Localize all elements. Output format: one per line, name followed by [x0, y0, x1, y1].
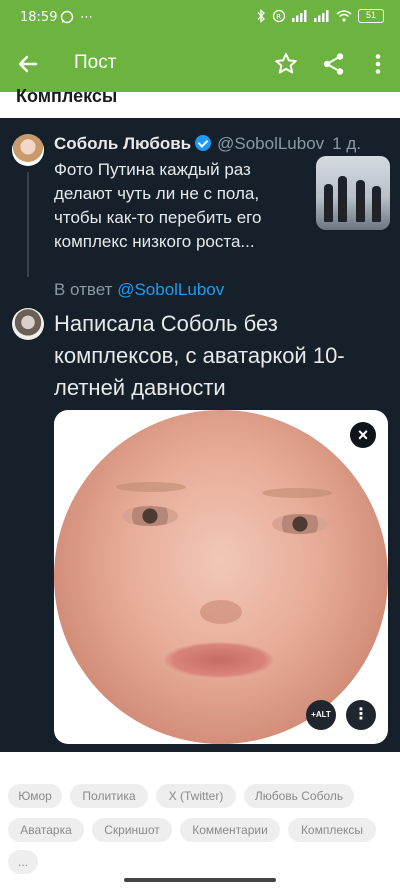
- close-icon[interactable]: ×: [350, 422, 376, 448]
- app-bar-title: Пост: [74, 52, 117, 73]
- face-lips: [164, 642, 274, 678]
- more-vert-icon[interactable]: [364, 50, 392, 78]
- tag-chip[interactable]: Скриншот: [92, 818, 172, 842]
- status-bar: 18:59 ⋯ R 51: [0, 0, 400, 36]
- bluetooth-icon: [257, 9, 265, 23]
- photo-figure: [356, 180, 365, 222]
- alt-text-button[interactable]: +ALT: [306, 700, 336, 730]
- notification-icons: ⋯: [60, 9, 93, 25]
- tweet-photo-thumbnail: [316, 156, 390, 230]
- reply-author-avatar: [12, 308, 44, 340]
- face-brow: [116, 482, 186, 492]
- star-icon[interactable]: [272, 50, 300, 78]
- tweet-header: Соболь Любовь @SobolLubov 1 д.: [54, 134, 394, 154]
- reply-to-line: В ответ @SobolLubov: [54, 280, 224, 300]
- tag-chip[interactable]: Любовь Соболь: [244, 784, 354, 808]
- tweet-text: Фото Путина каждый раз делают чуть ли не…: [54, 160, 262, 251]
- back-arrow-icon[interactable]: [14, 50, 42, 78]
- tag-chip[interactable]: Комплексы: [288, 818, 376, 842]
- home-indicator[interactable]: [124, 878, 276, 882]
- reply-handle-link[interactable]: @SobolLubov: [117, 280, 224, 299]
- author-handle: @SobolLubov: [217, 134, 325, 153]
- tweet-time: 1 д.: [332, 134, 361, 153]
- wifi-icon: [336, 10, 352, 22]
- verified-badge-icon: [195, 135, 212, 151]
- photo-figure: [372, 186, 381, 222]
- author-avatar: [12, 134, 44, 166]
- registered-icon: R: [272, 9, 286, 23]
- whatsapp-icon: [60, 10, 74, 24]
- system-icons: R 51: [256, 9, 384, 23]
- tag-chip[interactable]: Политика: [70, 784, 148, 808]
- more-notifications-icon: ⋯: [80, 9, 93, 24]
- tag-chip[interactable]: Комментарии: [180, 818, 280, 842]
- media-more-icon[interactable]: ⋮: [346, 700, 376, 730]
- photo-figure: [338, 176, 347, 222]
- reply-prefix: В ответ: [54, 280, 113, 299]
- reply-media-image[interactable]: × +ALT ⋮: [54, 410, 388, 744]
- reply-text: Написала Соболь без комплексов, с аватар…: [54, 311, 345, 400]
- signal-icon: [292, 10, 307, 22]
- tag-chip[interactable]: Юмор: [8, 784, 62, 808]
- share-icon[interactable]: [320, 50, 348, 78]
- author-name: Соболь Любовь: [54, 134, 192, 153]
- face-brow: [262, 488, 332, 498]
- face-photo: [54, 410, 388, 744]
- face-eye: [122, 506, 178, 526]
- tag-chip[interactable]: ...: [8, 850, 38, 874]
- post-title: Комплексы: [16, 86, 118, 106]
- thread-line: [27, 172, 29, 277]
- signal-icon-2: [314, 10, 329, 22]
- status-time: 18:59: [20, 10, 58, 25]
- screen: 18:59 ⋯ R 51 Пост Комплексы Соболь Любов…: [0, 0, 400, 889]
- tweet-screenshot[interactable]: Соболь Любовь @SobolLubov 1 д. Фото Путина…: [0, 118, 400, 752]
- tag-chip[interactable]: Аватарка: [8, 818, 84, 842]
- tag-chip[interactable]: X (Twitter): [156, 784, 236, 808]
- photo-figure: [324, 184, 333, 222]
- app-bar: Пост: [0, 36, 400, 92]
- svg-text:R: R: [276, 13, 281, 21]
- battery-icon: 51: [358, 9, 384, 23]
- face-eye: [272, 514, 328, 534]
- face-nose: [200, 600, 242, 624]
